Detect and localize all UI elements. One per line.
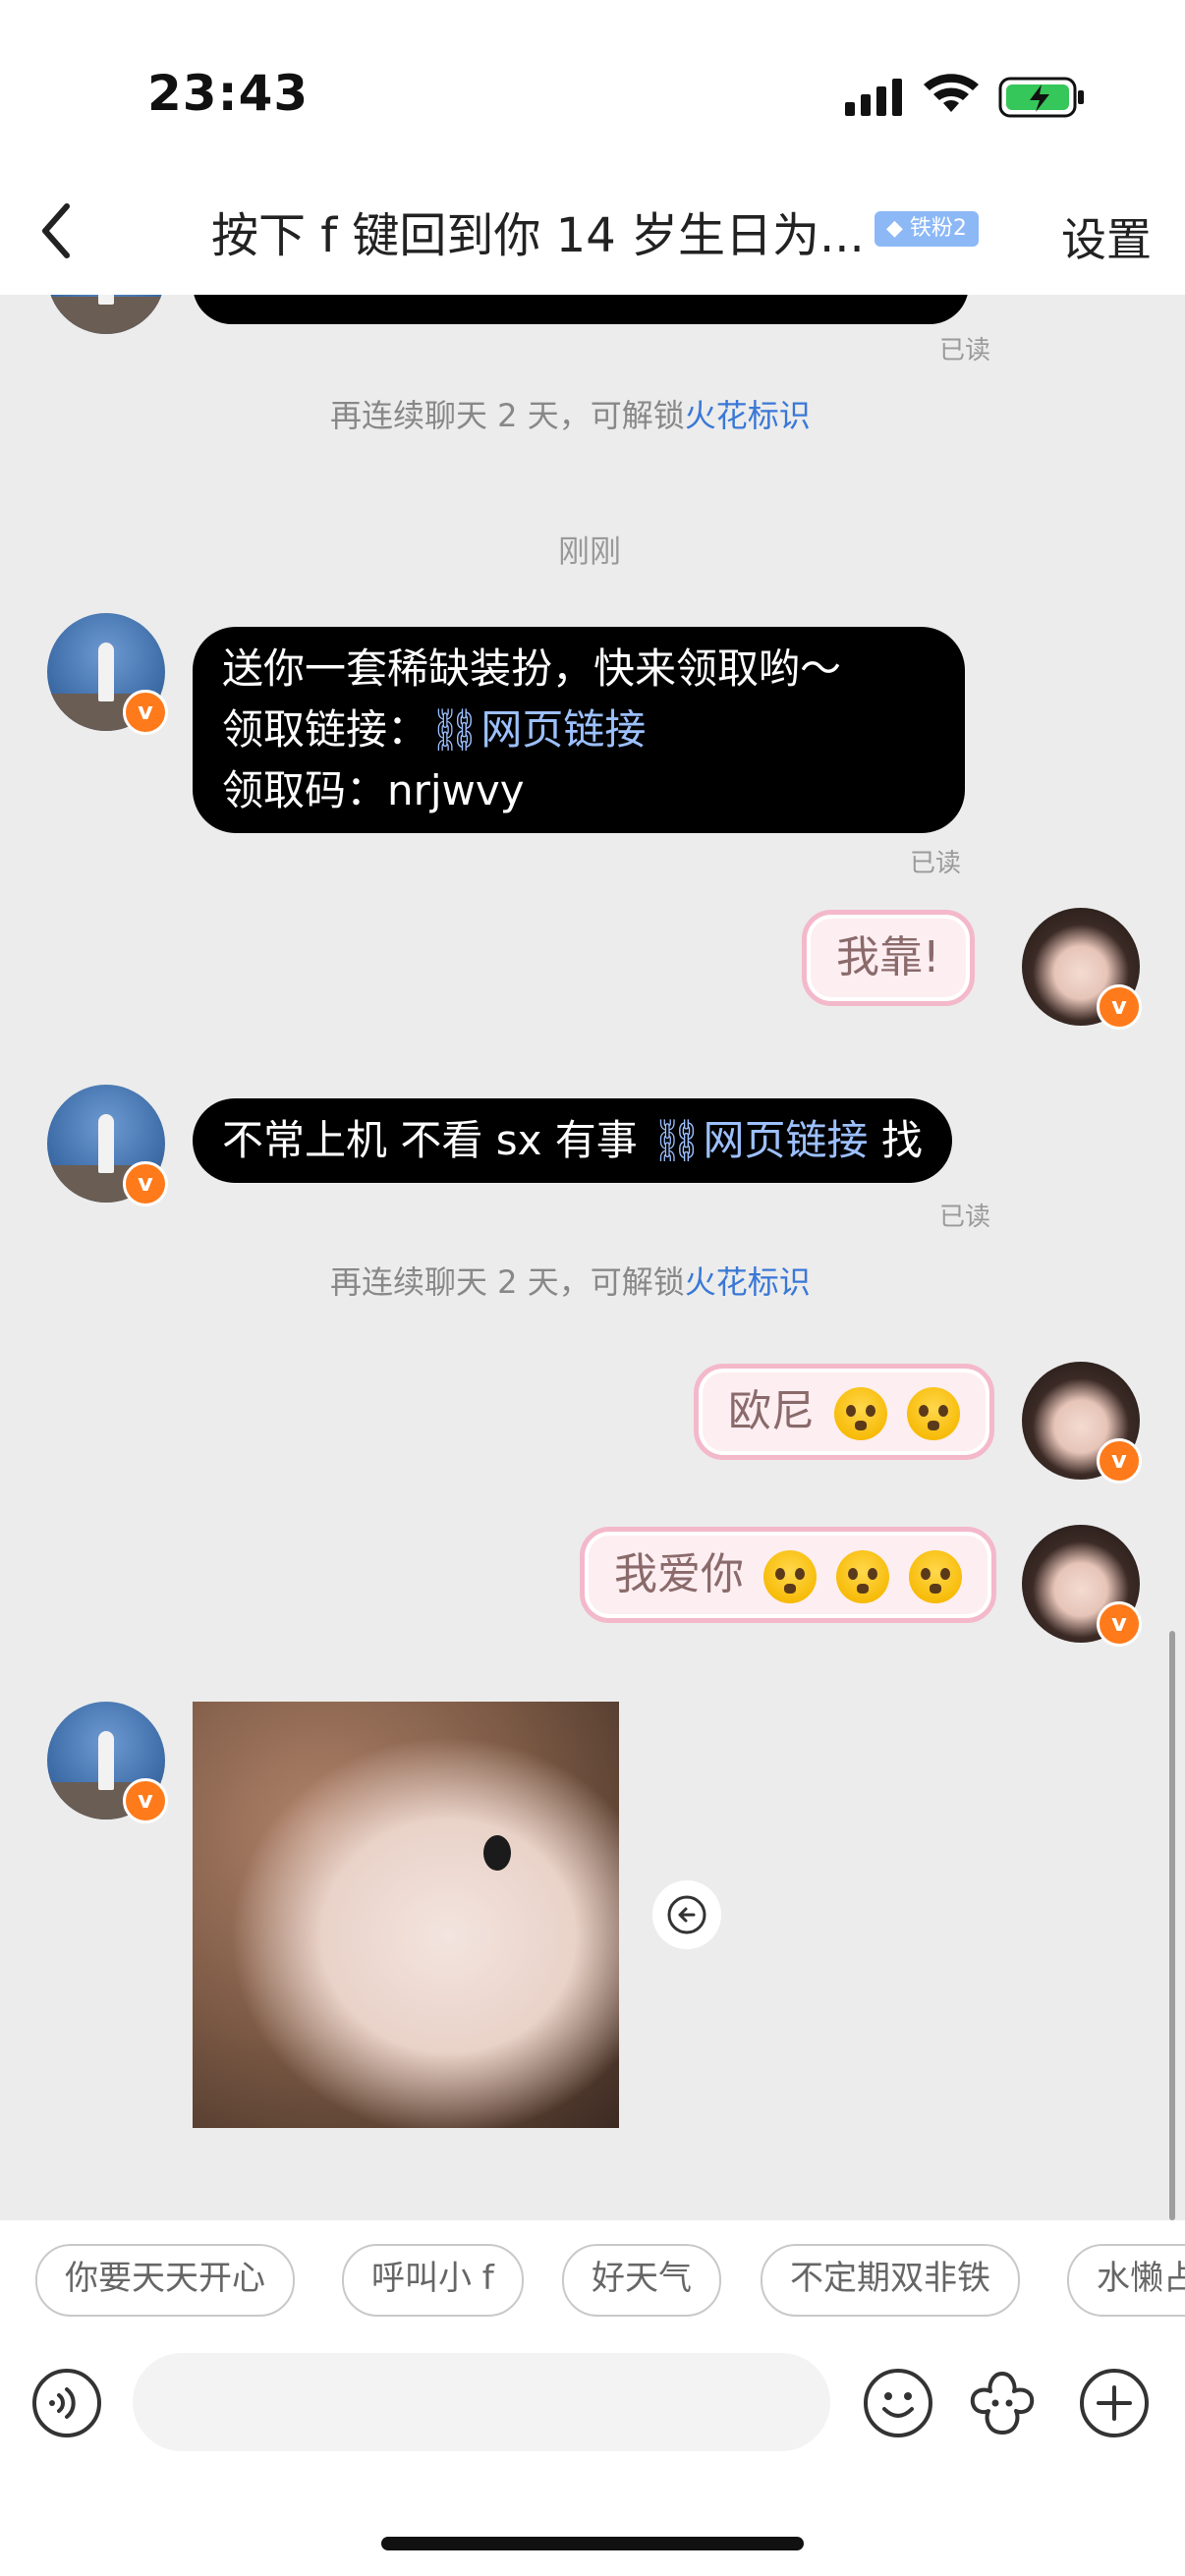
message-bubble[interactable]: 送你一套稀缺装扮，快来领取哟～ 领取链接：⛓网页链接 领取码：nrjwvy [193, 627, 965, 833]
verified-badge-icon: v [123, 1778, 168, 1823]
emoji-icon[interactable] [861, 2366, 935, 2440]
system-message: 再连续聊天 2 天，可解锁火花标识 [330, 397, 811, 434]
link-icon: ⛓ [428, 705, 481, 754]
fan-badge-label: 铁粉2 [909, 216, 967, 241]
my-message-bubble[interactable]: 我靠! [802, 910, 975, 1006]
quick-reply-chip[interactable]: 不定期双非铁 [761, 2244, 1020, 2317]
verified-badge-icon: v [123, 690, 168, 735]
link-icon: ⛓ [650, 1116, 704, 1164]
web-link[interactable]: 网页链接 [703, 1116, 868, 1164]
read-status: 已读 [910, 849, 962, 878]
quick-reply-chip[interactable]: 好天气 [562, 2244, 721, 2317]
read-status: 已读 [939, 1203, 991, 1232]
quick-reply-chip[interactable]: 水懒占 [1067, 2244, 1185, 2317]
reply-icon[interactable] [652, 1880, 721, 1949]
home-indicator[interactable] [381, 2537, 804, 2550]
pleading-emoji-icon [909, 1550, 962, 1603]
message-bubble[interactable]: 不常上机 不看 sx 有事 ⛓网页链接 找 [193, 1098, 952, 1183]
message-line: 领取码：nrjwvy [222, 766, 525, 814]
my-message-bubble[interactable]: 我爱你 [580, 1527, 996, 1623]
back-button[interactable] [28, 196, 86, 265]
chat-title: 按下 f 键回到你 14 岁生日为... [211, 208, 865, 263]
scrollbar[interactable] [1169, 1631, 1175, 2220]
diamond-icon: ◆ [886, 216, 903, 241]
message-input[interactable] [133, 2353, 830, 2451]
quick-reply-chip[interactable]: 你要天天开心 [35, 2244, 295, 2317]
pleading-emoji-icon [836, 1550, 889, 1603]
verified-badge-icon: v [1097, 984, 1142, 1030]
hamster-photo[interactable] [193, 1702, 619, 2128]
spark-link[interactable]: 火花标识 [685, 397, 811, 434]
hamster-eye [483, 1835, 511, 1871]
pleading-emoji-icon [763, 1550, 817, 1603]
verified-badge-icon: v [123, 1161, 168, 1206]
settings-button[interactable]: 设置 [1061, 204, 1152, 269]
verified-badge-icon: v [1097, 1601, 1142, 1647]
web-link[interactable]: 网页链接 [480, 705, 646, 754]
flower-icon[interactable] [965, 2366, 1040, 2440]
status-time: 23:43 [147, 65, 310, 122]
fan-badge: ◆ 铁粉2 [875, 211, 979, 247]
read-status: 已读 [939, 336, 991, 365]
timestamp: 刚刚 [558, 532, 622, 570]
pleading-emoji-icon [834, 1387, 887, 1440]
pleading-emoji-icon [907, 1387, 960, 1440]
voice-icon[interactable] [29, 2366, 104, 2440]
system-message: 再连续聊天 2 天，可解锁火花标识 [330, 1263, 811, 1301]
verified-badge-icon: v [1097, 1438, 1142, 1484]
quick-reply-chip[interactable]: 呼叫小 f [342, 2244, 524, 2317]
wifi-icon [924, 74, 979, 112]
message-line: 领取链接：⛓网页链接 [222, 705, 647, 754]
top-bar: 23:43 按下 f 键回到你 14 岁生日为... ◆ 铁粉2 设置 [0, 0, 1185, 295]
spark-link[interactable]: 火花标识 [685, 1263, 811, 1301]
message-line: 送你一套稀缺装扮，快来领取哟～ [222, 644, 842, 693]
battery-icon [998, 77, 1084, 118]
my-message-bubble[interactable]: 欧尼 [694, 1364, 994, 1460]
plus-icon[interactable] [1077, 2366, 1152, 2440]
status-icons [845, 74, 1084, 118]
signal-icon [845, 79, 902, 116]
